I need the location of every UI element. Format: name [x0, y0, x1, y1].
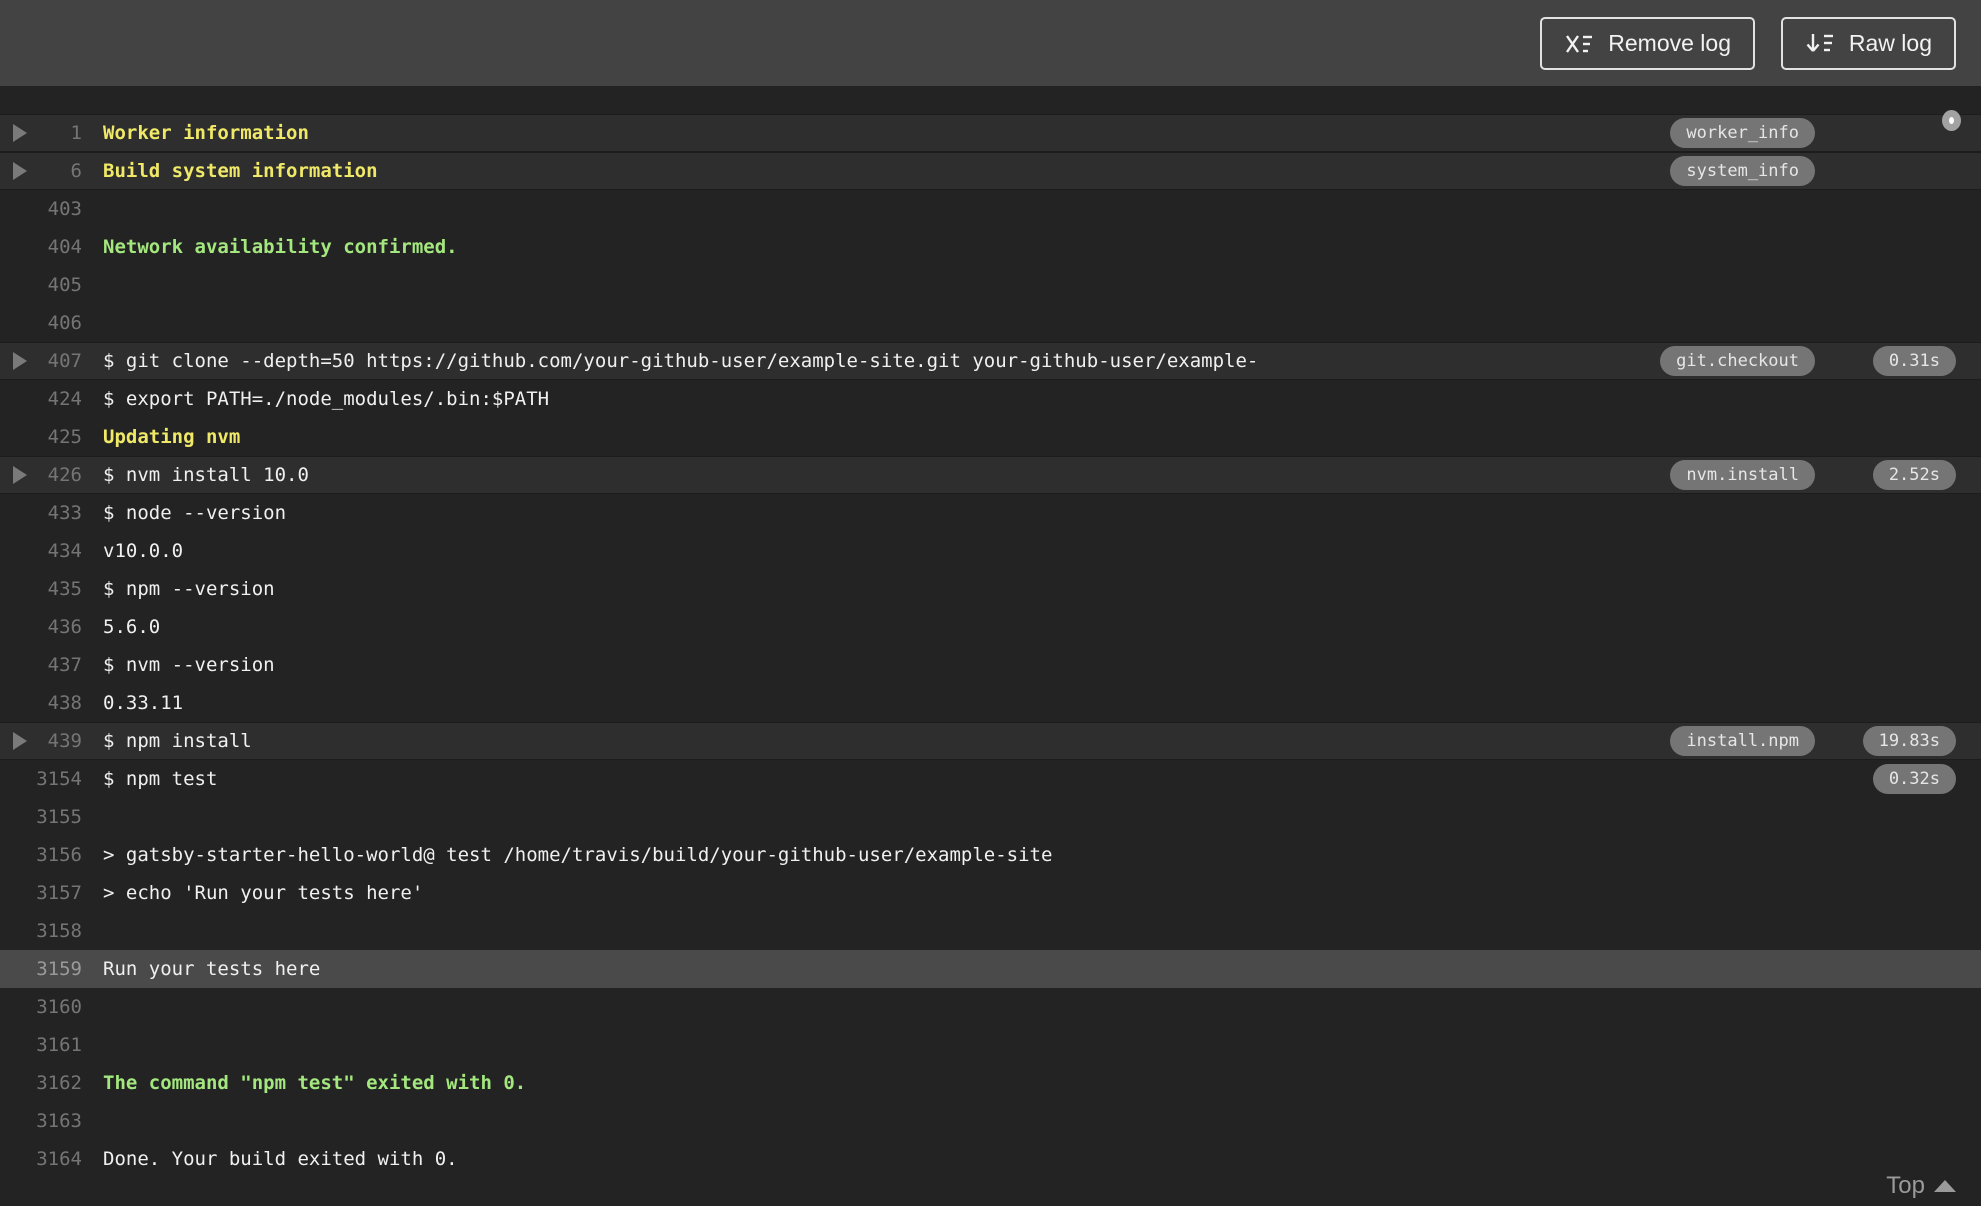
log-row: 405: [0, 266, 1981, 304]
remove-log-icon: [1564, 32, 1594, 56]
line-number[interactable]: 3154: [0, 760, 82, 798]
duration-badge: 19.83s: [1862, 726, 1956, 756]
line-number[interactable]: 435: [0, 570, 82, 608]
line-number[interactable]: 437: [0, 646, 82, 684]
log-lines: 1 Worker information worker_info 6 Build sys…: [0, 114, 1981, 1178]
duration-badge: 0.31s: [1872, 346, 1956, 376]
log-row: 3161: [0, 1026, 1981, 1064]
scroll-indicator[interactable]: [1942, 110, 1961, 131]
build-log: 1 Worker information worker_info 6 Build sys…: [0, 86, 1981, 1206]
log-text: $ npm --version: [103, 578, 275, 600]
line-number[interactable]: 405: [0, 266, 82, 304]
log-row: 438 0.33.11: [0, 684, 1981, 722]
stage-badge: nvm.install: [1670, 460, 1815, 490]
log-text: Network availability confirmed.: [103, 236, 458, 258]
fold-toggle-icon[interactable]: [13, 162, 27, 180]
up-arrow-icon: [1934, 1180, 1956, 1192]
line-number[interactable]: 436: [0, 608, 82, 646]
log-row: 3160: [0, 988, 1981, 1026]
log-row: 3164 Done. Your build exited with 0.: [0, 1140, 1981, 1178]
log-row: 3155: [0, 798, 1981, 836]
log-text: v10.0.0: [103, 540, 184, 562]
line-number[interactable]: 406: [0, 304, 82, 342]
log-row: 3156 > gatsby-starter-hello-world@ test /…: [0, 836, 1981, 874]
line-number[interactable]: 3162: [0, 1064, 82, 1102]
stage-badge: git.checkout: [1660, 346, 1815, 376]
log-text: $ npm test: [103, 768, 218, 790]
log-text: Build system information: [103, 160, 378, 182]
stage-badge: install.npm: [1670, 726, 1815, 756]
stage-badge: system_info: [1670, 156, 1815, 186]
line-number[interactable]: 403: [0, 190, 82, 228]
log-row: 3154 $ npm test 0.32s: [0, 760, 1981, 798]
log-row: 3157 > echo 'Run your tests here': [0, 874, 1981, 912]
log-row: 406: [0, 304, 1981, 342]
duration-badge: 0.32s: [1872, 764, 1956, 794]
raw-log-label: Raw log: [1848, 30, 1932, 56]
line-number[interactable]: 3157: [0, 874, 82, 912]
log-row: 435 $ npm --version: [0, 570, 1981, 608]
log-row: 3158: [0, 912, 1981, 950]
fold-toggle-icon[interactable]: [13, 466, 27, 484]
log-text: $ node --version: [103, 502, 287, 524]
log-row: 425 Updating nvm: [0, 418, 1981, 456]
log-row: 3163: [0, 1102, 1981, 1140]
log-row: 436 5.6.0: [0, 608, 1981, 646]
line-number[interactable]: 3156: [0, 836, 82, 874]
line-number[interactable]: 3163: [0, 1102, 82, 1140]
log-text: Run your tests here: [103, 958, 321, 980]
log-text: The command "npm test" exited with 0.: [103, 1072, 527, 1094]
duration-badge: 2.52s: [1872, 460, 1956, 490]
line-number[interactable]: 3159: [0, 950, 82, 988]
line-number[interactable]: 438: [0, 684, 82, 722]
log-row[interactable]: 439 $ npm install install.npm 19.83s: [0, 722, 1981, 760]
raw-log-button[interactable]: Raw log: [1780, 17, 1956, 70]
line-number[interactable]: 3160: [0, 988, 82, 1026]
line-number[interactable]: 404: [0, 228, 82, 266]
log-row: 404 Network availability confirmed.: [0, 228, 1981, 266]
line-number[interactable]: 425: [0, 418, 82, 456]
log-text: 0.33.11: [103, 692, 184, 714]
log-text: Updating nvm: [103, 426, 241, 448]
log-text: Done. Your build exited with 0.: [103, 1148, 458, 1170]
fold-toggle-icon[interactable]: [13, 352, 27, 370]
stage-badge: worker_info: [1670, 118, 1815, 148]
log-text: Worker information: [103, 122, 309, 144]
log-row: 3159 Run your tests here: [0, 950, 1981, 988]
log-text: $ export PATH=./node_modules/.bin:$PATH: [103, 388, 550, 410]
fold-toggle-icon[interactable]: [13, 732, 27, 750]
line-number[interactable]: 3158: [0, 912, 82, 950]
top-link[interactable]: Top: [1886, 1172, 1956, 1200]
log-toolbar: Remove log Raw log: [0, 0, 1981, 86]
log-row: 424 $ export PATH=./node_modules/.bin:$PA…: [0, 380, 1981, 418]
top-link-label: Top: [1886, 1172, 1925, 1199]
line-number[interactable]: 434: [0, 532, 82, 570]
log-row[interactable]: 426 $ nvm install 10.0 nvm.install 2.52s: [0, 456, 1981, 494]
log-row[interactable]: 1 Worker information worker_info: [0, 114, 1981, 152]
line-number[interactable]: 3155: [0, 798, 82, 836]
log-text: $ npm install: [103, 730, 252, 752]
line-number[interactable]: 433: [0, 494, 82, 532]
fold-toggle-icon[interactable]: [13, 124, 27, 142]
line-number[interactable]: 424: [0, 380, 82, 418]
remove-log-button[interactable]: Remove log: [1540, 17, 1755, 70]
raw-log-icon: [1805, 32, 1835, 56]
log-row: 3162 The command "npm test" exited with 0…: [0, 1064, 1981, 1102]
log-text: $ nvm --version: [103, 654, 275, 676]
log-text: > gatsby-starter-hello-world@ test /home…: [103, 844, 1053, 866]
log-text: $ git clone --depth=50 https://github.co…: [103, 350, 1259, 372]
log-row[interactable]: 407 $ git clone --depth=50 https://github…: [0, 342, 1981, 380]
log-row: 403: [0, 190, 1981, 228]
remove-log-label: Remove log: [1608, 30, 1731, 56]
log-text: $ nvm install 10.0: [103, 464, 309, 486]
log-text: 5.6.0: [103, 616, 161, 638]
log-row: 433 $ node --version: [0, 494, 1981, 532]
log-text: > echo 'Run your tests here': [103, 882, 424, 904]
log-row: 434 v10.0.0: [0, 532, 1981, 570]
log-row: 437 $ nvm --version: [0, 646, 1981, 684]
line-number[interactable]: 3161: [0, 1026, 82, 1064]
log-row[interactable]: 6 Build system information system_info: [0, 152, 1981, 190]
line-number[interactable]: 3164: [0, 1140, 82, 1178]
